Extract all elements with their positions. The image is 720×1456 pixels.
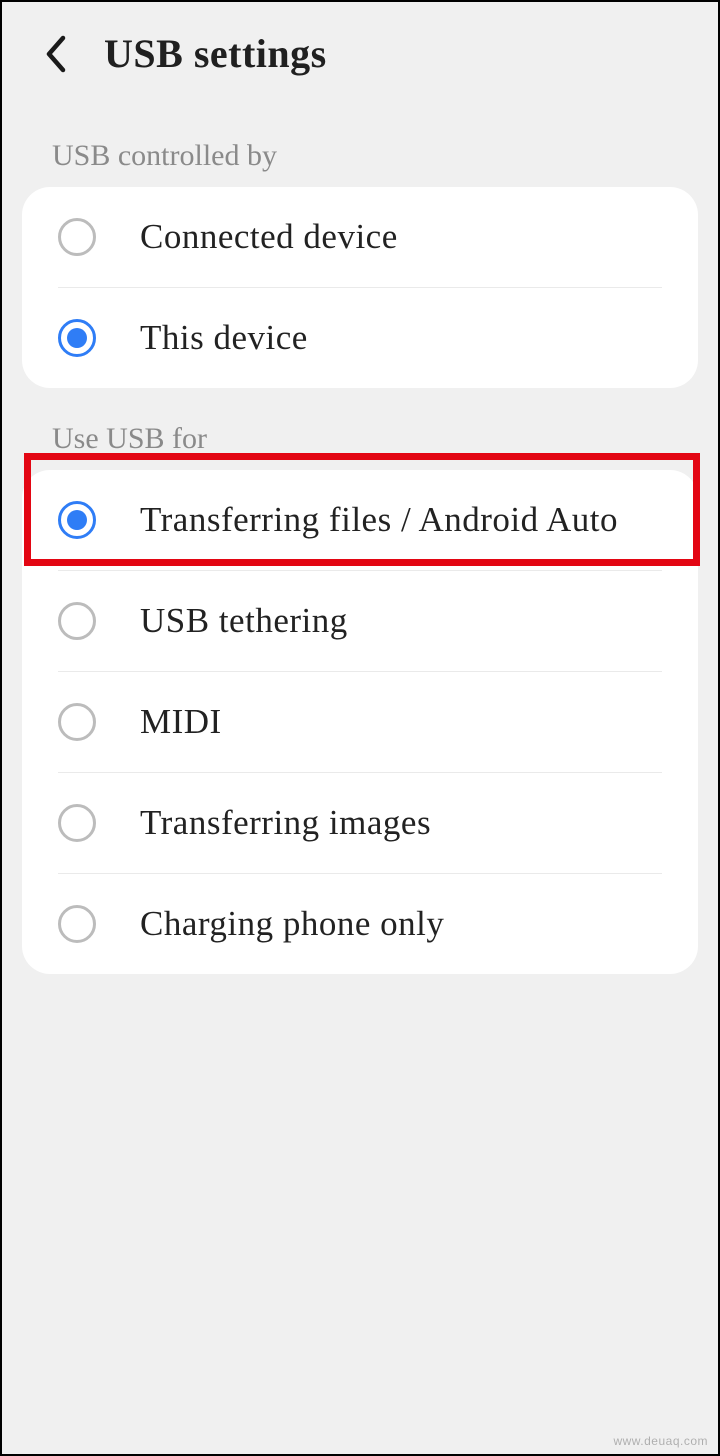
radio-icon xyxy=(58,804,96,842)
option-label: Transferring files / Android Auto xyxy=(140,500,618,540)
radio-icon xyxy=(58,218,96,256)
option-label: MIDI xyxy=(140,702,222,742)
card-controlled-by: Connected device This device xyxy=(22,187,698,388)
header: USB settings xyxy=(2,2,718,105)
radio-icon xyxy=(58,905,96,943)
option-charging-only[interactable]: Charging phone only xyxy=(22,874,698,974)
option-label: This device xyxy=(140,318,308,358)
section-label-use-for: Use USB for xyxy=(2,388,718,470)
section-label-controlled-by: USB controlled by xyxy=(2,105,718,187)
back-icon[interactable] xyxy=(44,34,70,74)
option-label: USB tethering xyxy=(140,601,348,641)
option-connected-device[interactable]: Connected device xyxy=(22,187,698,287)
option-this-device[interactable]: This device xyxy=(22,288,698,388)
radio-icon xyxy=(58,602,96,640)
option-usb-tethering[interactable]: USB tethering xyxy=(22,571,698,671)
option-label: Transferring images xyxy=(140,803,431,843)
option-midi[interactable]: MIDI xyxy=(22,672,698,772)
radio-icon xyxy=(58,501,96,539)
watermark: www.deuaq.com xyxy=(613,1434,708,1448)
card-use-for: Transferring files / Android Auto USB te… xyxy=(22,470,698,974)
option-transferring-files[interactable]: Transferring files / Android Auto xyxy=(22,470,698,570)
radio-icon xyxy=(58,319,96,357)
page-title: USB settings xyxy=(104,30,327,77)
option-label: Charging phone only xyxy=(140,904,444,944)
option-label: Connected device xyxy=(140,217,398,257)
option-transferring-images[interactable]: Transferring images xyxy=(22,773,698,873)
radio-icon xyxy=(58,703,96,741)
